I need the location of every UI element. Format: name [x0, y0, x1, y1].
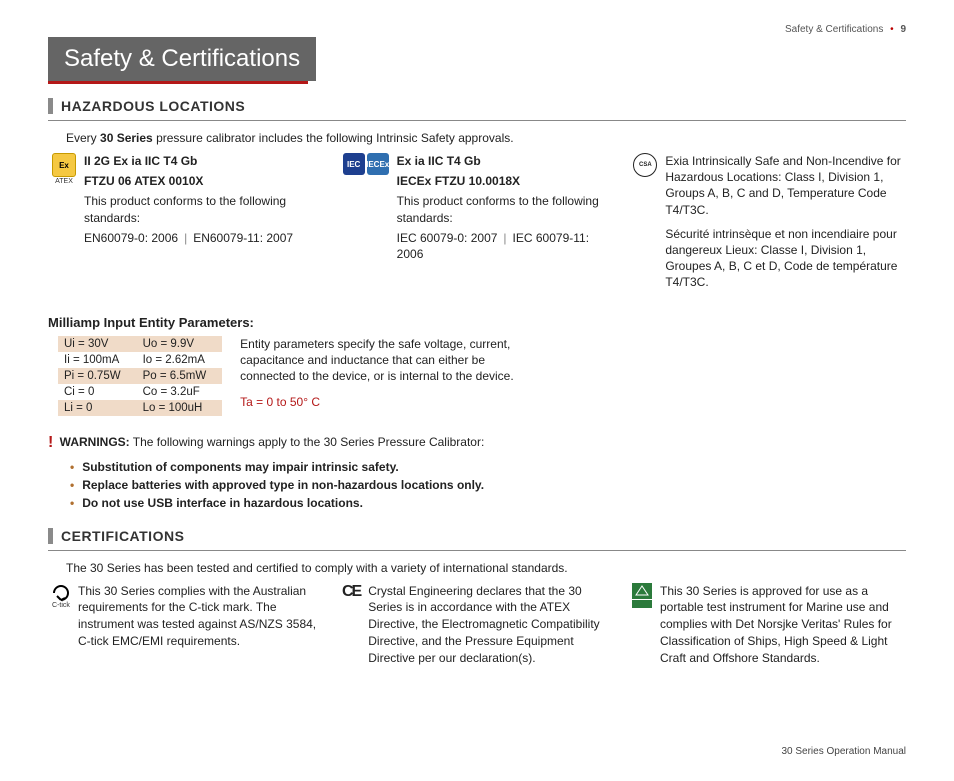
page-title-banner: Safety & Certifications: [48, 37, 316, 81]
warning-item: Replace batteries with approved type in …: [70, 478, 906, 492]
approval-atex: Ex ATEX II 2G Ex ia IIC T4 Gb FTZU 06 AT…: [52, 153, 325, 295]
page-footer: 30 Series Operation Manual: [48, 746, 906, 757]
page-header: Safety & Certifications • 9: [48, 24, 906, 35]
entity-description: Entity parameters specify the safe volta…: [240, 336, 540, 411]
page-header-section: Safety & Certifications: [785, 24, 883, 35]
approvals-columns: Ex ATEX II 2G Ex ia IIC T4 Gb FTZU 06 AT…: [52, 153, 906, 295]
ctick-icon: C-tick: [52, 583, 70, 609]
iecex-icon: IEC IECEx: [343, 153, 389, 175]
warnings-list: Substitution of components may impair in…: [70, 460, 906, 510]
cert-ctick: C-tick This 30 Series complies with the …: [52, 583, 326, 667]
ce-icon: CE: [342, 583, 360, 601]
cert-dnv: This 30 Series is approved for use as a …: [632, 583, 906, 667]
section-divider: [48, 120, 906, 121]
page-header-number: 9: [900, 24, 906, 35]
banner-underline: [48, 81, 308, 84]
approval-iecex: IEC IECEx Ex ia IIC T4 Gb IECEx FTZU 10.…: [343, 153, 616, 295]
warning-item: Substitution of components may impair in…: [70, 460, 906, 474]
section-heading-hazardous: HAZARDOUS LOCATIONS: [48, 98, 906, 114]
entity-heading: Milliamp Input Entity Parameters:: [48, 315, 906, 330]
certs-intro: The 30 Series has been tested and certif…: [66, 561, 906, 575]
warning-icon: !: [48, 434, 53, 451]
cert-ce: CE Crystal Engineering declares that the…: [342, 583, 616, 667]
dnv-icon: [632, 583, 652, 608]
approval-csa: CSA Exia Intrinsically Safe and Non-Ince…: [633, 153, 906, 295]
warning-item: Do not use USB interface in hazardous lo…: [70, 496, 906, 510]
atex-icon: Ex ATEX: [52, 153, 76, 185]
entity-table: Ui = 30VUo = 9.9V Ii = 100mAIo = 2.62mA …: [58, 336, 222, 416]
warnings-heading: ! WARNINGS: The following warnings apply…: [48, 434, 906, 452]
entity-block: Ui = 30VUo = 9.9V Ii = 100mAIo = 2.62mA …: [58, 336, 906, 416]
hazardous-intro: Every 30 Series pressure calibrator incl…: [66, 131, 906, 145]
csa-icon: CSA: [633, 153, 657, 177]
entity-ta-range: Ta = 0 to 50° C: [240, 394, 540, 410]
section-heading-certifications: CERTIFICATIONS: [48, 528, 906, 544]
certification-columns: C-tick This 30 Series complies with the …: [52, 583, 906, 667]
section-divider: [48, 550, 906, 551]
page-header-dot: •: [890, 24, 894, 35]
